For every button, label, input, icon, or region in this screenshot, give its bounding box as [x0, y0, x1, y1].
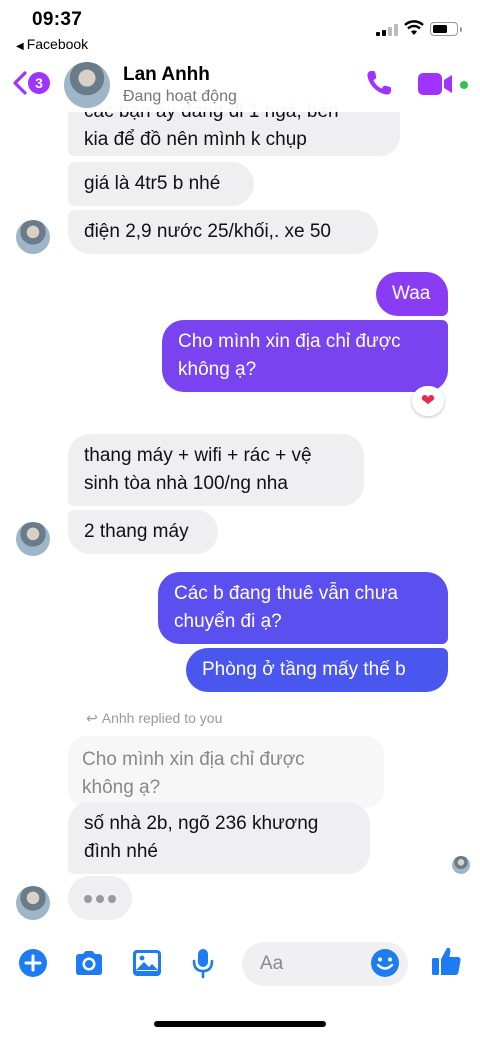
- message-line: Các b đang thuê vẫn chưa: [174, 583, 398, 604]
- message-text: 2 thang máy: [84, 521, 189, 542]
- back-triangle-icon: ◀: [16, 41, 24, 52]
- back-app-label: Facebook: [26, 36, 89, 52]
- emoji-icon[interactable]: [368, 946, 402, 980]
- message-line: Cho mình xin địa chỉ được: [178, 331, 401, 352]
- message-line: thang máy + wifi + rác + vệ: [84, 445, 312, 466]
- plus-icon[interactable]: [16, 946, 50, 980]
- message-text: Waa: [392, 283, 431, 304]
- message-bubble-incoming[interactable]: điện 2,9 nước 25/khối,. xe 50: [68, 210, 378, 254]
- message-line: chuyển đi ạ?: [174, 611, 282, 632]
- contact-name[interactable]: Lan Anhh: [123, 64, 210, 86]
- message-bubble-outgoing[interactable]: Các b đang thuê vẫn chưa chuyển đi ạ?: [158, 572, 448, 644]
- chevron-left-icon: [13, 71, 27, 95]
- phone-icon[interactable]: [364, 68, 394, 98]
- contact-avatar[interactable]: [16, 886, 50, 920]
- quoted-line: không ạ?: [82, 777, 161, 798]
- camera-icon[interactable]: [72, 946, 106, 980]
- wifi-icon: [404, 20, 424, 35]
- battery-icon: [430, 22, 462, 36]
- unread-count-badge: 3: [28, 72, 50, 94]
- status-time: 09:37: [32, 9, 83, 30]
- reply-arrow-icon: ↩: [86, 710, 98, 726]
- back-button[interactable]: 3: [10, 68, 56, 98]
- thumbs-up-icon[interactable]: [430, 944, 464, 978]
- contact-avatar-large[interactable]: [64, 62, 110, 108]
- message-line: đình nhé: [84, 841, 158, 862]
- conversation-header: 3 Lan Anhh Đang hoạt động: [0, 56, 480, 112]
- message-line: kia để đồ nên mình k chụp: [84, 129, 307, 150]
- message-text: Phòng ở tầng mấy thế b: [202, 659, 406, 680]
- typing-indicator: [68, 876, 132, 920]
- home-indicator[interactable]: [154, 1021, 326, 1027]
- message-bubble-incoming[interactable]: giá là 4tr5 b nhé: [68, 162, 254, 206]
- quoted-message[interactable]: Cho mình xin địa chỉ được không ạ?: [68, 736, 384, 808]
- read-receipt-avatar: [452, 856, 470, 874]
- message-line: không ạ?: [178, 359, 257, 380]
- reply-hint-text: Anhh replied to you: [101, 710, 223, 726]
- gallery-icon[interactable]: [130, 946, 164, 980]
- message-composer: [0, 934, 480, 994]
- reply-indicator: ↩ Anhh replied to you: [86, 710, 222, 727]
- status-bar: 09:37 ◀ Facebook: [0, 0, 480, 56]
- heart-reaction-icon[interactable]: ❤: [412, 386, 444, 416]
- message-line: sinh tòa nhà 100/ng nha: [84, 473, 288, 494]
- message-bubble-incoming[interactable]: thang máy + wifi + rác + vệ sinh tòa nhà…: [68, 434, 364, 506]
- contact-avatar[interactable]: [16, 220, 50, 254]
- message-bubble-outgoing[interactable]: Waa: [376, 272, 448, 316]
- message-bubble-outgoing[interactable]: Phòng ở tầng mấy thế b: [186, 648, 448, 692]
- message-bubble-outgoing[interactable]: Cho mình xin địa chỉ được không ạ?: [162, 320, 448, 392]
- quoted-line: Cho mình xin địa chỉ được: [82, 749, 305, 770]
- contact-avatar[interactable]: [16, 522, 50, 556]
- message-bubble-incoming[interactable]: 2 thang máy: [68, 510, 218, 554]
- message-text: giá là 4tr5 b nhé: [84, 173, 221, 194]
- message-text: điện 2,9 nước 25/khối,. xe 50: [84, 221, 331, 242]
- online-status-dot: [458, 79, 470, 91]
- active-status: Đang hoạt động: [123, 88, 237, 105]
- video-call-icon[interactable]: [416, 70, 456, 98]
- cellular-signal-icon: [376, 24, 398, 36]
- back-to-app-link[interactable]: ◀ Facebook: [16, 36, 88, 52]
- message-line: số nhà 2b, ngõ 236 khương: [84, 813, 319, 834]
- message-bubble-incoming[interactable]: số nhà 2b, ngõ 236 khương đình nhé: [68, 802, 370, 874]
- microphone-icon[interactable]: [186, 946, 220, 980]
